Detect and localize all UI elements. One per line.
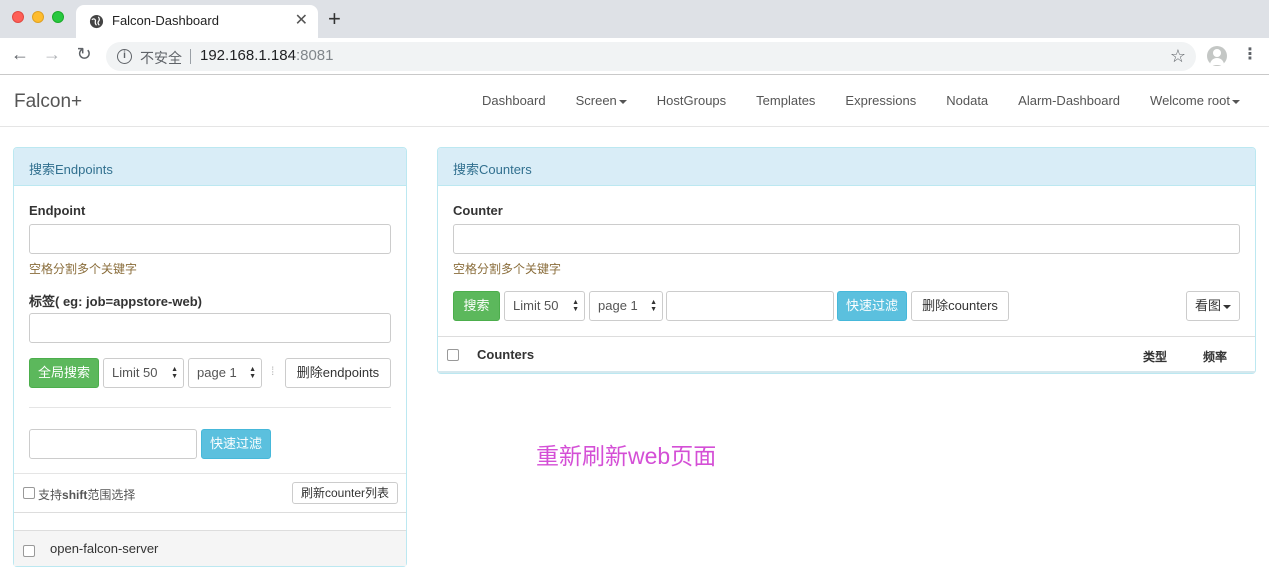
endpoint-checkbox[interactable] <box>23 545 35 557</box>
spinner-arrows-icon: ▲ ▼ <box>249 366 256 380</box>
caret-down-icon <box>1232 99 1240 104</box>
endpoint-page-value: page 1 <box>197 365 237 380</box>
divider <box>29 407 391 408</box>
refresh-annotation-text: 重新刷新web页面 <box>536 443 717 469</box>
shift-bold: shift <box>62 488 88 502</box>
browser-tab[interactable]: Falcon-Dashboard ✕ <box>76 5 318 38</box>
shift-prefix: 支持 <box>38 488 63 502</box>
divider <box>438 336 1255 337</box>
endpoints-panel-heading: 搜索Endpoints <box>14 148 406 186</box>
caret-down-icon <box>1223 304 1231 309</box>
counters-column-header: Counters <box>477 347 535 362</box>
delete-counters-button[interactable]: 删除counters <box>911 291 1009 321</box>
tab-title: Falcon-Dashboard <box>112 13 219 28</box>
back-arrow-icon[interactable]: ← <box>8 44 32 65</box>
divider <box>14 473 406 474</box>
close-window-button[interactable] <box>12 11 24 23</box>
url-host: 192.168.1.184 <box>200 47 296 64</box>
nav-user-label: Welcome root <box>1150 93 1230 108</box>
frequency-column-header: 频率 <box>1203 350 1228 364</box>
shift-select-label: 支持shift范围选择 <box>38 486 135 503</box>
insecure-label[interactable]: 不安全 <box>140 48 182 68</box>
counter-limit-select[interactable]: Limit 50 ▲ ▼ <box>504 291 585 321</box>
counter-limit-value: Limit 50 <box>513 298 559 313</box>
delete-endpoints-button[interactable]: 删除endpoints <box>285 358 391 388</box>
endpoint-label: Endpoint <box>29 203 86 218</box>
tag-input[interactable] <box>29 313 391 343</box>
endpoint-page-select[interactable]: page 1 ▲ ▼ <box>188 358 262 388</box>
nav-dashboard[interactable]: Dashboard <box>482 93 546 108</box>
nav-hostgroups[interactable]: HostGroups <box>657 93 726 108</box>
bookmark-star-icon[interactable]: ☆ <box>1170 46 1186 67</box>
endpoint-filter-input[interactable] <box>29 429 197 459</box>
counter-help-text: 空格分割多个关键字 <box>453 262 562 276</box>
shift-suffix: 范围选择 <box>87 488 136 502</box>
spinner-arrows-icon: ▲ ▼ <box>171 366 178 380</box>
app-navbar: Falcon+ Dashboard Screen HostGroups Temp… <box>0 75 1269 127</box>
counters-panel-heading: 搜索Counters <box>438 148 1255 186</box>
shift-select-checkbox[interactable] <box>23 487 35 499</box>
endpoint-help-text: 空格分割多个关键字 <box>29 262 138 276</box>
refresh-counter-list-button[interactable]: 刷新counter列表 <box>292 482 398 504</box>
reload-icon[interactable]: ↻ <box>72 44 96 65</box>
spinner-arrows-icon: ▲ ▼ <box>572 299 579 313</box>
global-search-button[interactable]: 全局搜索 <box>29 358 99 388</box>
url-text[interactable]: 192.168.1.184:8081 <box>200 47 333 64</box>
table-bottom-border <box>438 371 1255 373</box>
browser-tab-bar: Falcon-Dashboard ✕ + <box>0 0 1269 38</box>
list-item[interactable]: open-falcon-server <box>14 531 406 566</box>
url-port: :8081 <box>295 47 334 64</box>
counter-label: Counter <box>453 203 503 218</box>
maximize-window-button[interactable] <box>52 11 64 23</box>
new-tab-button[interactable]: + <box>328 8 341 30</box>
type-column-header: 类型 <box>1143 350 1168 364</box>
nav-templates[interactable]: Templates <box>756 93 815 108</box>
profile-avatar-icon[interactable] <box>1207 46 1227 66</box>
endpoint-limit-select[interactable]: Limit 50 ▲ ▼ <box>103 358 184 388</box>
kebab-menu-icon[interactable]: ⋮ <box>1242 44 1258 64</box>
omnibox-separator <box>190 49 191 64</box>
nav-user-dropdown[interactable]: Welcome root <box>1150 93 1240 108</box>
omnibox[interactable]: i 不安全 192.168.1.184:8081 ☆ <box>106 42 1196 71</box>
counter-filter-input[interactable] <box>666 291 834 321</box>
info-icon[interactable]: i <box>117 49 132 64</box>
nav-screen-label: Screen <box>575 93 617 108</box>
nav-screen-dropdown[interactable]: Screen <box>576 93 627 108</box>
endpoint-limit-value: Limit 50 <box>112 365 158 380</box>
caret-down-icon <box>618 99 627 104</box>
counter-search-button[interactable]: 搜索 <box>453 291 500 321</box>
brand-logo[interactable]: Falcon+ <box>14 91 82 113</box>
view-graph-label: 看图 <box>1194 298 1221 313</box>
spinner-arrows-icon: ▲ ▼ <box>650 299 657 313</box>
nav-expressions[interactable]: Expressions <box>845 93 916 108</box>
counters-panel: 搜索Counters Counter 空格分割多个关键字 搜索 Limit 50… <box>437 147 1256 374</box>
tag-label: 标签( eg: job=appstore-web) <box>29 294 202 309</box>
divider <box>14 512 406 513</box>
minimize-window-button[interactable] <box>32 11 44 23</box>
nav-nodata[interactable]: Nodata <box>946 93 988 108</box>
endpoint-quick-filter-button[interactable]: 快速过滤 <box>201 429 271 459</box>
counter-input[interactable] <box>453 224 1240 254</box>
counter-page-select[interactable]: page 1 ▲ ▼ <box>589 291 663 321</box>
endpoint-input[interactable] <box>29 224 391 254</box>
endpoint-name: open-falcon-server <box>50 541 159 556</box>
divider-dots: ⁞ <box>271 364 275 378</box>
forward-arrow-icon[interactable]: → <box>40 44 64 65</box>
nav-alarm-dashboard[interactable]: Alarm-Dashboard <box>1018 93 1120 108</box>
address-toolbar: ← → ↻ i 不安全 192.168.1.184:8081 ☆ ⋮ <box>0 38 1269 75</box>
select-all-counters-checkbox[interactable] <box>447 349 459 361</box>
counter-page-value: page 1 <box>598 298 638 313</box>
view-graph-dropdown[interactable]: 看图 <box>1186 291 1240 321</box>
endpoints-panel: 搜索Endpoints Endpoint 空格分割多个关键字 标签( eg: j… <box>13 147 407 567</box>
close-tab-icon[interactable]: ✕ <box>295 10 308 30</box>
nav-links: Dashboard Screen HostGroups Templates Ex… <box>452 93 1240 108</box>
globe-icon <box>89 14 104 29</box>
counter-quick-filter-button[interactable]: 快速过滤 <box>837 291 907 321</box>
